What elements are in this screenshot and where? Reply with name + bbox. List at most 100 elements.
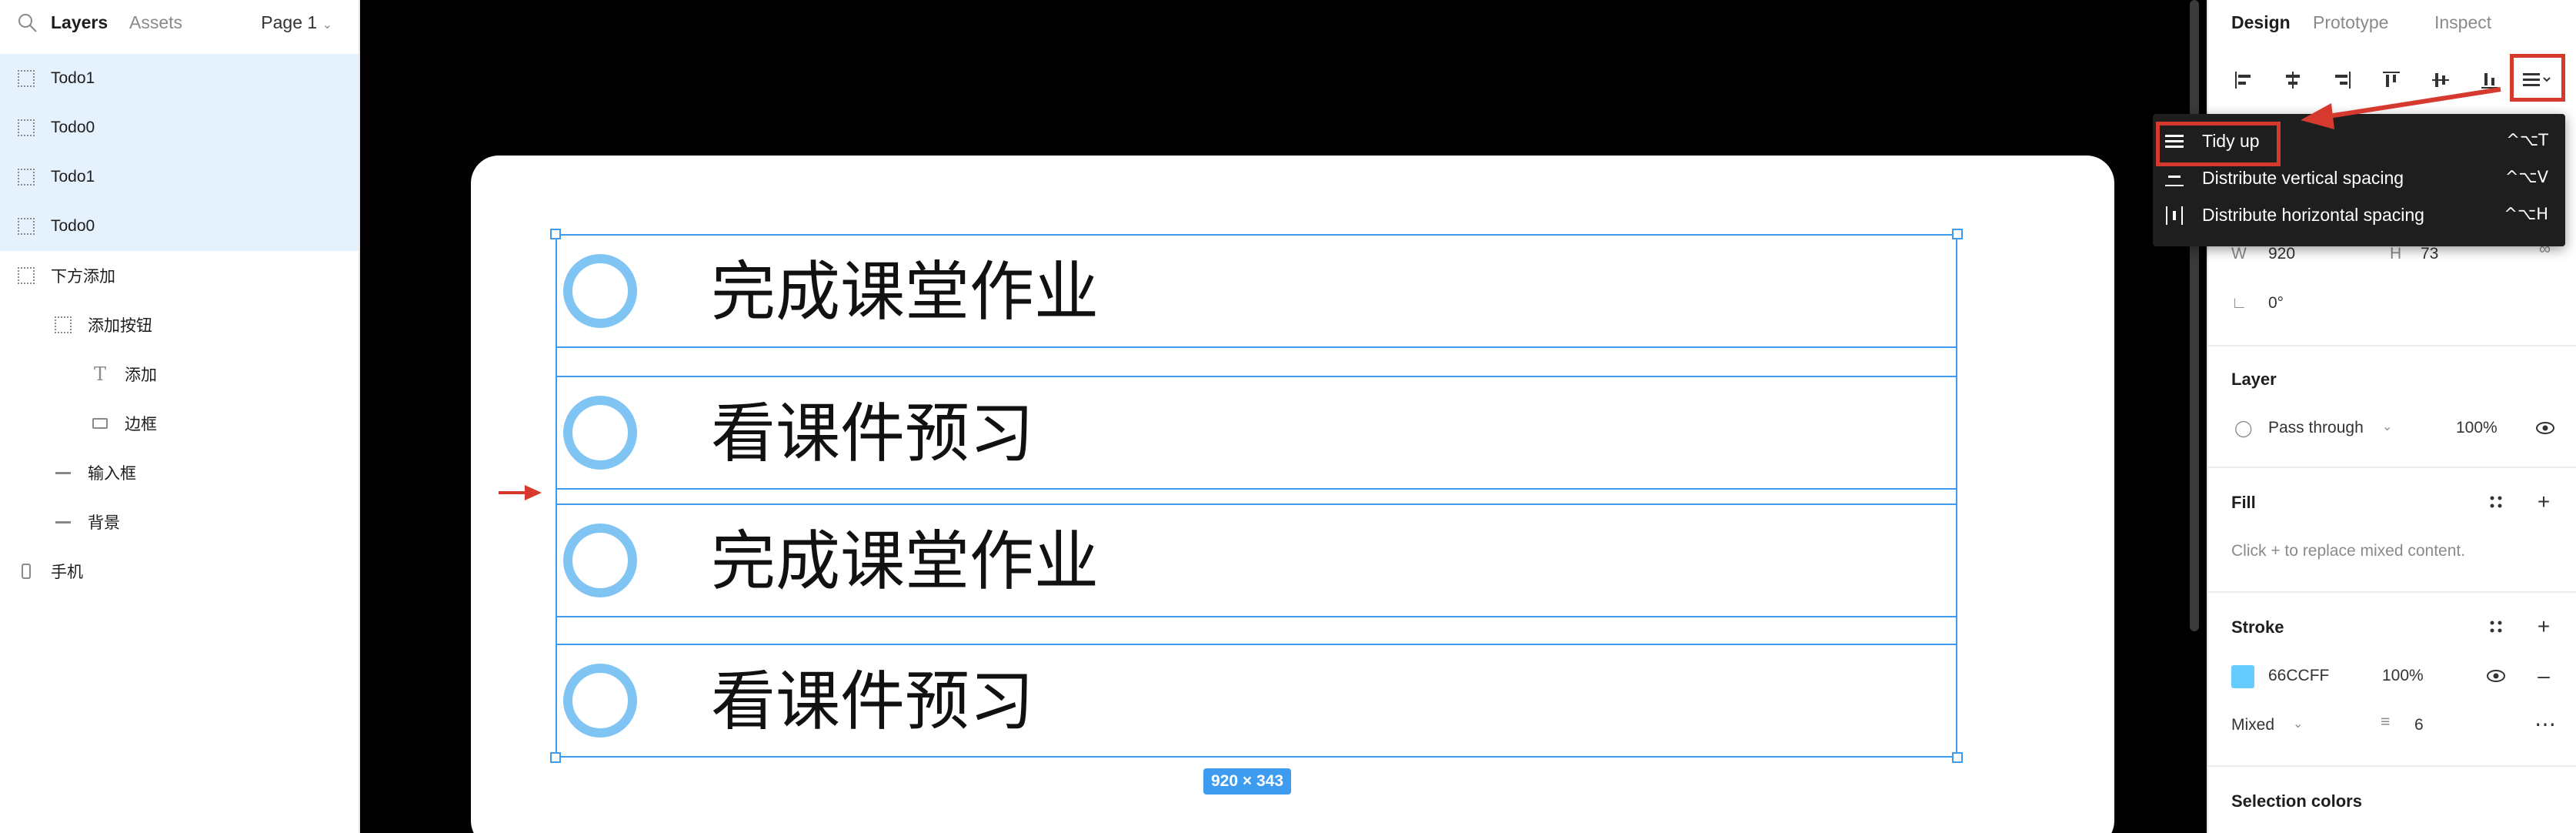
tab-assets[interactable]: Assets [129, 12, 182, 33]
divider [2208, 765, 2576, 767]
height-label: H [2390, 245, 2402, 263]
align-horizontal-center-icon[interactable] [2277, 65, 2308, 95]
width-label: W [2231, 245, 2247, 263]
search-icon[interactable] [17, 12, 38, 34]
layer-item[interactable]: Todo0 [0, 103, 359, 152]
layer-item[interactable]: Todo1 [0, 152, 359, 202]
align-vertical-center-icon[interactable] [2425, 65, 2456, 95]
stroke-section-title: Stroke [2231, 617, 2284, 637]
tab-layers[interactable]: Layers [51, 12, 108, 33]
layer-item[interactable]: 下方添加 [0, 251, 359, 300]
annotation-highlight-box [2156, 122, 2281, 166]
layers-panel: Layers Assets Page 1 ⌄ Todo1 Todo0 Todo1… [0, 0, 360, 833]
layer-label: 背景 [88, 514, 120, 532]
height-input[interactable]: 73 [2421, 245, 2438, 263]
selection-size-badge: 920 × 343 [1203, 768, 1292, 795]
blend-mode-select[interactable]: Pass through [2268, 419, 2364, 437]
resize-handle[interactable] [1952, 229, 1963, 239]
layer-label: 输入框 [88, 465, 136, 483]
width-input[interactable]: 920 [2268, 245, 2295, 263]
layer-item[interactable]: Todo1 [0, 54, 359, 103]
blend-mode-icon: ◯ [2234, 420, 2253, 437]
frame-icon [17, 217, 35, 236]
chevron-down-icon: ⌄ [2293, 718, 2304, 731]
stroke-color-input[interactable]: 66CCFF [2268, 667, 2329, 685]
selection-colors-title: Selection colors [2231, 791, 2362, 811]
add-stroke-icon[interactable]: + [2530, 613, 2558, 641]
page-selector-label: Page 1 [261, 12, 318, 32]
resize-handle[interactable] [550, 752, 561, 763]
menu-item-shortcut: ^⌥T [2506, 131, 2548, 149]
remove-stroke-icon[interactable]: – [2530, 662, 2558, 690]
eye-icon[interactable] [2531, 414, 2559, 442]
layer-label: 下方添加 [51, 268, 115, 286]
menu-item-label: Distribute vertical spacing [2202, 168, 2404, 188]
frame-icon [54, 316, 72, 334]
align-bottom-icon[interactable] [2474, 65, 2505, 95]
tab-prototype[interactable]: Prototype [2313, 12, 2388, 33]
menu-item-label: Distribute horizontal spacing [2202, 205, 2424, 225]
layer-item[interactable]: 添加按钮 [0, 300, 359, 350]
layer-item[interactable]: 手机 [0, 547, 359, 596]
align-right-icon[interactable] [2327, 65, 2357, 95]
layer-section-title: Layer [2231, 370, 2277, 389]
more-options-icon[interactable]: ⋯ [2531, 710, 2559, 738]
layer-list: Todo1 Todo0 Todo1 Todo0 下方添加 添加按钮 T 添加 边 [0, 54, 359, 596]
resize-handle[interactable] [550, 229, 561, 239]
layer-item[interactable]: T 添加 [0, 350, 359, 399]
frame-icon [17, 119, 35, 137]
align-left-icon[interactable] [2228, 65, 2259, 95]
selection-box [556, 234, 1957, 758]
layer-item[interactable]: Todo0 [0, 202, 359, 251]
stroke-color-swatch[interactable] [2231, 665, 2254, 688]
line-icon [54, 513, 72, 531]
divider [2208, 591, 2576, 593]
distribute-vertical-icon [2165, 176, 2184, 186]
tab-inspect[interactable]: Inspect [2434, 12, 2491, 33]
frame-icon [17, 69, 35, 88]
layer-label: 添加按钮 [88, 317, 152, 335]
page-selector[interactable]: Page 1 ⌄ [261, 12, 332, 33]
stroke-weight-input[interactable]: 6 [2414, 716, 2424, 734]
frame-icon [17, 168, 35, 186]
layer-item[interactable]: 边框 [0, 399, 359, 448]
design-canvas[interactable]: 完成课堂作业 看课件预习 完成课堂作业 看课件预习 920 × 343 [362, 0, 2205, 833]
annotation-arrow-icon [499, 485, 542, 500]
layer-opacity-input[interactable]: 100% [2456, 419, 2498, 437]
canvas-scrollbar[interactable] [2190, 0, 2199, 631]
fill-hint: Click + to replace mixed content. [2231, 542, 2466, 560]
layer-label: Todo1 [51, 69, 95, 87]
stroke-weight-icon: ≡ [2381, 713, 2391, 731]
chevron-down-icon: ⌄ [2382, 420, 2393, 433]
layers-panel-header: Layers Assets Page 1 ⌄ [0, 0, 359, 48]
layer-label: 边框 [125, 416, 157, 433]
layer-item[interactable]: 背景 [0, 497, 359, 547]
divider [2208, 345, 2576, 346]
style-grid-icon[interactable] [2482, 488, 2510, 516]
fill-section-title: Fill [2231, 493, 2256, 512]
distribute-horizontal-icon [2166, 206, 2183, 225]
frame-icon [17, 266, 35, 285]
divider [2208, 467, 2576, 468]
eye-icon[interactable] [2482, 662, 2510, 690]
rotation-icon: ∟ [2231, 294, 2247, 312]
rotation-input[interactable]: 0° [2268, 294, 2284, 313]
phone-icon [17, 562, 35, 580]
rectangle-icon [91, 414, 109, 433]
menu-item-distribute-horizontal[interactable]: Distribute horizontal spacing ^⌥H [2153, 197, 2565, 233]
line-icon [54, 463, 72, 482]
layer-label: Todo1 [51, 168, 95, 186]
layer-item[interactable]: 输入框 [0, 448, 359, 497]
chevron-down-icon: ⌄ [322, 18, 332, 32]
align-top-icon[interactable] [2376, 65, 2407, 95]
stroke-style-select[interactable]: Mixed [2231, 716, 2274, 734]
layer-label: 手机 [51, 564, 83, 581]
layer-label: Todo0 [51, 217, 95, 235]
style-grid-icon[interactable] [2482, 613, 2510, 641]
layer-label: Todo0 [51, 119, 95, 136]
tab-design[interactable]: Design [2231, 12, 2291, 33]
stroke-opacity-input[interactable]: 100% [2382, 667, 2424, 685]
resize-handle[interactable] [1952, 752, 1963, 763]
add-fill-icon[interactable]: + [2530, 488, 2558, 516]
menu-item-shortcut: ^⌥H [2504, 205, 2548, 223]
